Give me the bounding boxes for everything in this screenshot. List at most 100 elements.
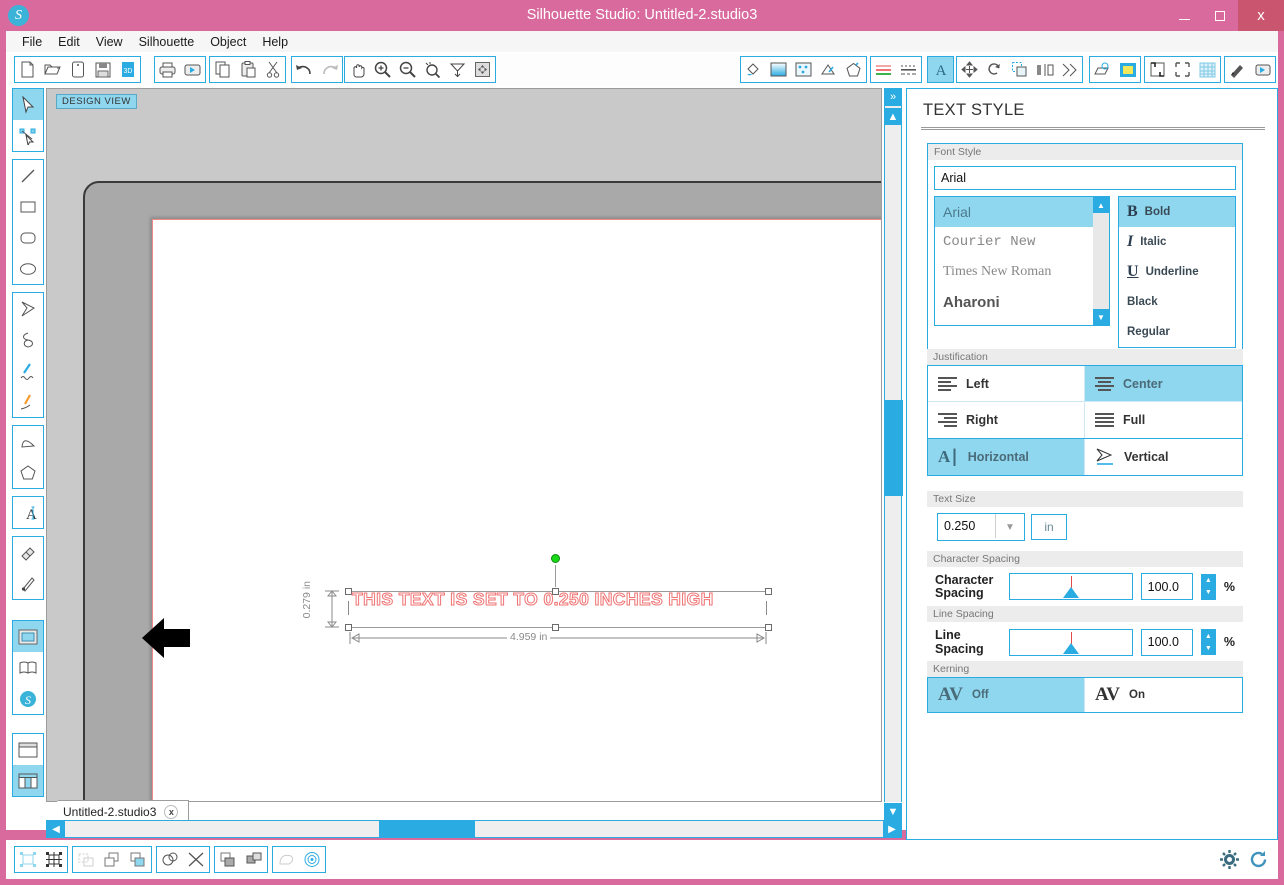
font-item-arial[interactable]: Arial (935, 197, 1093, 227)
polygon-tool-icon[interactable] (13, 293, 43, 324)
weld-icon[interactable] (157, 847, 183, 872)
settings-gear-icon[interactable] (1220, 850, 1239, 874)
line-spacing-decrement-icon[interactable]: ▼ (1202, 642, 1215, 654)
gradient-fill-icon[interactable] (766, 57, 791, 82)
justify-right-button[interactable]: Right (928, 402, 1085, 438)
character-spacing-slider-knob[interactable] (1063, 587, 1079, 598)
dashed-line-icon[interactable] (896, 57, 921, 82)
fit-to-page-icon[interactable] (445, 57, 470, 82)
scale-icon[interactable] (1007, 57, 1032, 82)
save-as-icon[interactable] (65, 57, 90, 82)
style-item-underline[interactable]: U Underline (1119, 257, 1235, 287)
rounded-rectangle-tool-icon[interactable] (13, 222, 43, 253)
document-tab-close-icon[interactable]: x (164, 805, 178, 819)
print-icon[interactable] (155, 57, 180, 82)
single-panel-icon[interactable] (13, 734, 43, 765)
font-list[interactable]: Arial Courier New Times New Roman Aharon… (934, 196, 1110, 326)
group-icon[interactable] (15, 847, 41, 872)
line-tool-icon[interactable] (13, 160, 43, 191)
menu-file[interactable]: File (14, 33, 50, 51)
design-canvas[interactable]: DESIGN VIEW THIS TEXT IS SET TO 0.250 I (46, 88, 882, 802)
split-panel-icon[interactable] (13, 765, 43, 796)
zoom-in-icon[interactable] (370, 57, 395, 82)
regular-polygon-tool-icon[interactable] (13, 457, 43, 488)
arc-tool-icon[interactable] (13, 426, 43, 457)
paste-icon[interactable] (235, 57, 260, 82)
fill-color-icon[interactable] (741, 57, 766, 82)
line-spacing-increment-icon[interactable]: ▲ (1202, 630, 1215, 642)
sketch-pen-icon[interactable] (816, 57, 841, 82)
canvas-text[interactable]: THIS TEXT IS SET TO 0.250 INCHES HIGH (352, 589, 714, 610)
justify-left-button[interactable]: Left (928, 366, 1085, 402)
justify-center-button[interactable]: Center (1085, 366, 1242, 402)
font-list-scrollbar[interactable]: ▲ ▼ (1093, 197, 1109, 325)
text-style-icon[interactable]: A (928, 57, 953, 82)
knife-tool-icon[interactable] (13, 568, 43, 599)
scroll-up-button[interactable]: ▲ (884, 108, 902, 125)
handle-middle-left[interactable] (348, 601, 349, 615)
canvas-horizontal-scrollbar[interactable]: ◀ ▶ (46, 820, 902, 838)
eraser-tool-icon[interactable] (13, 537, 43, 568)
cut-icon[interactable] (260, 57, 285, 82)
document-tab[interactable]: Untitled-2.studio3 x (48, 800, 189, 822)
grid-icon[interactable] (1195, 57, 1220, 82)
text-size-combobox[interactable]: 0.250 ▼ (937, 513, 1025, 541)
design-view-icon[interactable] (13, 621, 43, 652)
ungroup-icon[interactable] (41, 847, 67, 872)
character-spacing-slider[interactable] (1009, 573, 1133, 600)
orientation-horizontal-button[interactable]: A∣ Horizontal (928, 439, 1085, 475)
style-item-regular[interactable]: Regular (1119, 317, 1235, 347)
duplicate-icon[interactable] (215, 847, 241, 872)
line-spacing-slider-knob[interactable] (1063, 643, 1079, 654)
trace-icon[interactable] (1170, 57, 1195, 82)
internal-offset-icon[interactable] (299, 847, 325, 872)
zoom-out-icon[interactable] (395, 57, 420, 82)
font-list-scroll-up-icon[interactable]: ▲ (1093, 197, 1109, 213)
style-item-italic[interactable]: I Italic (1119, 227, 1235, 257)
send-to-silhouette-icon[interactable] (180, 57, 205, 82)
character-spacing-stepper[interactable]: ▲ ▼ (1201, 574, 1216, 600)
orientation-vertical-button[interactable]: Vertical (1085, 439, 1242, 475)
pattern-fill-icon[interactable] (791, 57, 816, 82)
font-weight-list[interactable]: B Bold I Italic U Underline Black (1118, 196, 1236, 348)
minimize-button[interactable] (1166, 0, 1202, 31)
horizontal-scroll-thumb[interactable] (379, 821, 475, 837)
edit-points-tool-icon[interactable] (13, 120, 43, 151)
font-name-input[interactable]: Arial (934, 166, 1236, 190)
menu-view[interactable]: View (88, 33, 131, 51)
menu-object[interactable]: Object (202, 33, 254, 51)
text-size-dropdown-chevron-down-icon[interactable]: ▼ (996, 514, 1024, 540)
line-spacing-input[interactable]: 100.0 (1141, 629, 1193, 656)
kerning-off-button[interactable]: AV Off (928, 678, 1085, 712)
align-icon[interactable] (1057, 57, 1082, 82)
line-spacing-slider[interactable] (1009, 629, 1133, 656)
freehand-tool-icon[interactable] (13, 355, 43, 386)
font-item-courier-new[interactable]: Courier New (935, 227, 1093, 257)
selected-text-object[interactable]: THIS TEXT IS SET TO 0.250 INCHES HIGH 0.… (302, 549, 782, 654)
rotate-icon[interactable] (982, 57, 1007, 82)
scroll-down-button[interactable]: ▼ (884, 803, 902, 820)
send-icon[interactable] (1250, 57, 1275, 82)
handle-bottom-right[interactable] (765, 624, 772, 631)
justify-full-button[interactable]: Full (1085, 402, 1242, 438)
kerning-on-button[interactable]: AV On (1085, 678, 1242, 712)
library-icon[interactable] (13, 652, 43, 683)
text-tool-icon[interactable]: A (13, 497, 43, 528)
canvas-vertical-scrollbar[interactable] (884, 88, 902, 802)
bring-to-front-icon[interactable] (99, 847, 125, 872)
fit-to-window-icon[interactable] (470, 57, 495, 82)
line-color-icon[interactable] (841, 57, 866, 82)
line-spacing-stepper[interactable]: ▲ ▼ (1201, 629, 1216, 655)
send-to-back-icon[interactable] (125, 847, 151, 872)
character-spacing-input[interactable]: 100.0 (1141, 573, 1193, 600)
handle-top-right[interactable] (765, 588, 772, 595)
vertical-scroll-thumb[interactable] (885, 400, 903, 496)
rectangle-tool-icon[interactable] (13, 191, 43, 222)
replicate-icon[interactable] (241, 847, 267, 872)
offset-icon[interactable] (273, 847, 299, 872)
maximize-button[interactable] (1202, 0, 1238, 31)
new-document-icon[interactable] (15, 57, 40, 82)
curve-tool-icon[interactable] (13, 324, 43, 355)
save-3d-icon[interactable]: 3D (115, 57, 140, 82)
detach-icon[interactable] (183, 847, 209, 872)
